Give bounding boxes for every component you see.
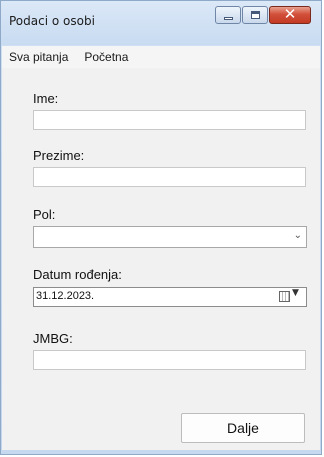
datum-rodjenja-picker[interactable]: 31.12.2023. ▼: [33, 287, 307, 307]
menu-item-pocetna[interactable]: Početna: [84, 50, 128, 64]
minimize-icon: [224, 17, 233, 20]
ime-label: Ime:: [33, 91, 59, 106]
minimize-button[interactable]: [215, 6, 241, 24]
ime-input[interactable]: [33, 110, 306, 130]
maximize-button[interactable]: [242, 6, 268, 24]
form-area: Ime: Prezime: Pol: ⌄ Datum rođenja: 31.1…: [2, 68, 320, 452]
jmbg-input[interactable]: [33, 350, 306, 370]
window-title: Podaci o osobi: [9, 14, 95, 28]
prezime-input[interactable]: [33, 167, 306, 187]
calendar-icon: [279, 291, 290, 302]
maximize-icon: [251, 11, 260, 19]
dropdown-arrow-icon: ▼: [292, 288, 299, 298]
app-window: Podaci o osobi ✕ Sva pitanja Početna Ime…: [0, 0, 322, 455]
window-bottom-border: [1, 450, 321, 454]
dalje-button[interactable]: Dalje: [181, 413, 305, 443]
title-bar[interactable]: Podaci o osobi ✕: [1, 1, 321, 45]
close-icon: ✕: [283, 5, 297, 23]
pol-select[interactable]: ⌄: [33, 226, 307, 248]
chevron-down-icon: ⌄: [293, 230, 302, 241]
datum-rodjenja-label: Datum rođenja:: [33, 267, 122, 282]
close-button[interactable]: ✕: [269, 5, 311, 24]
menu-item-sva-pitanja[interactable]: Sva pitanja: [9, 50, 68, 64]
pol-label: Pol:: [33, 207, 56, 222]
date-value: 31.12.2023.: [36, 290, 95, 302]
menu-bar: Sva pitanja Početna: [2, 46, 320, 68]
prezime-label: Prezime:: [33, 148, 85, 163]
jmbg-label: JMBG:: [33, 331, 73, 346]
caption-buttons: ✕: [214, 5, 311, 24]
calendar-dropdown-button[interactable]: ▼: [279, 288, 303, 303]
